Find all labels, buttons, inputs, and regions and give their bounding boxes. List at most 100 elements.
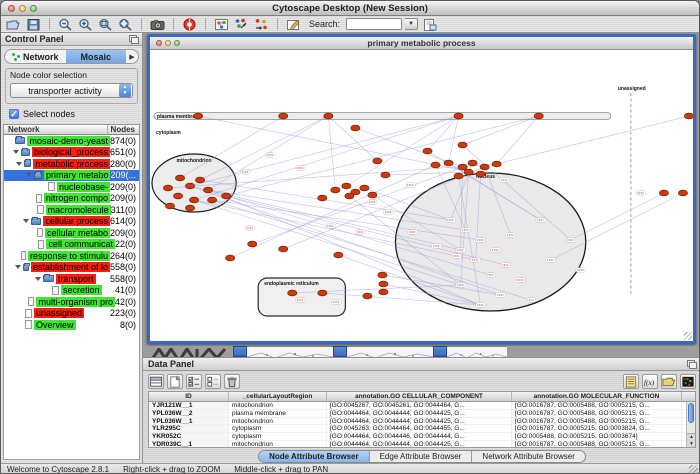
gene-label[interactable] [471, 258, 481, 263]
network-node[interactable] [331, 187, 340, 193]
network-node[interactable] [373, 158, 382, 164]
network-node[interactable] [468, 160, 477, 166]
table-scrollbar[interactable]: ▲▼ [686, 402, 695, 447]
network-node[interactable] [324, 113, 333, 119]
network-node[interactable] [318, 290, 327, 296]
tree-item-response-to-stimulu[interactable]: response to stimulu264(0) [4, 250, 139, 262]
tree-item-macromolecule[interactable]: macromolecule311(0) [4, 204, 139, 216]
network-node[interactable] [368, 192, 377, 198]
save-session-icon[interactable] [25, 17, 42, 31]
network-manager-icon[interactable] [213, 17, 230, 31]
network-node[interactable] [208, 197, 217, 203]
tree-item-nucleobase-[interactable]: nucleobase-209(0) [4, 181, 139, 193]
tree-item-cellular-metabo[interactable]: cellular metabo209(0) [4, 227, 139, 239]
network-node[interactable] [318, 195, 327, 201]
layout-nodes-icon[interactable] [233, 17, 250, 31]
network-edge[interactable] [328, 116, 377, 161]
network-node[interactable] [193, 113, 202, 119]
unselect-attributes-icon[interactable] [205, 374, 221, 389]
tree-item-establishment-of-lo[interactable]: establishment of lo558(0) [4, 262, 139, 274]
background-window-fragment[interactable] [447, 346, 507, 357]
table-row[interactable]: YKR052Ccytoplasm[GO:0044464, GO:0044446,… [149, 433, 695, 441]
search-dropdown-icon[interactable]: ▼ [405, 18, 418, 30]
expander-icon[interactable] [26, 173, 32, 177]
gene-label[interactable] [325, 224, 335, 229]
network-edge[interactable] [180, 116, 283, 178]
network-node[interactable] [279, 246, 288, 252]
dropdown-stepper-icon[interactable]: ▲▼ [119, 84, 131, 97]
network-node[interactable] [363, 293, 372, 299]
tab-node-attribute-browser[interactable]: Node Attribute Browser [259, 451, 370, 462]
tabs-overflow-icon[interactable]: ▶ [126, 53, 138, 61]
tree-item-biological-process[interactable]: biological_process651(0) [4, 147, 139, 159]
table-scrollbar-arrows[interactable]: ▲▼ [687, 433, 696, 447]
network-node[interactable] [360, 185, 369, 191]
gene-label[interactable] [405, 183, 415, 188]
gene-label[interactable] [295, 298, 305, 303]
zoom-selected-icon[interactable] [97, 17, 114, 31]
network-node[interactable] [423, 148, 432, 154]
tree-item-nitrogen-compo[interactable]: nitrogen compo209(0) [4, 193, 139, 205]
network-node[interactable] [342, 183, 351, 189]
network-edge[interactable] [463, 116, 539, 145]
table-scrollbar-thumb[interactable] [688, 403, 694, 423]
network-node[interactable] [381, 172, 390, 178]
tree-item-unassigned[interactable]: unassigned223(0) [4, 308, 139, 320]
tree-item-metabolic-process[interactable]: metabolic process280(0) [4, 158, 139, 170]
tab-mosaic[interactable]: Mosaic [66, 50, 127, 63]
network-node[interactable] [476, 171, 485, 177]
network-node[interactable] [175, 175, 184, 181]
network-edge[interactable] [194, 116, 458, 200]
network-node[interactable] [351, 125, 360, 131]
create-attribute-icon[interactable] [167, 374, 183, 389]
network-node[interactable] [464, 169, 473, 175]
network-node[interactable] [444, 160, 453, 166]
network-node[interactable] [288, 290, 297, 296]
network-node[interactable] [378, 272, 387, 278]
attribute-pad-icon[interactable] [623, 374, 639, 389]
tree-item-overview[interactable]: Overview8(0) [4, 319, 139, 331]
snapshot-icon[interactable] [149, 17, 166, 31]
tree-item-cellular-process[interactable]: cellular process614(0) [4, 216, 139, 228]
network-node[interactable] [458, 142, 467, 148]
tree-item-primary-metabo[interactable]: primary metabo209(... [4, 170, 139, 182]
tree-item-transport[interactable]: transport558(0) [4, 273, 139, 285]
attribute-table[interactable]: ID_cellularLayoutRegionannotation.GO CEL… [148, 391, 696, 448]
table-column-header[interactable]: ID [149, 392, 229, 401]
node-color-dropdown[interactable]: transporter activity ▲▼ [10, 83, 133, 98]
gene-label[interactable] [546, 258, 556, 263]
network-node[interactable] [185, 205, 194, 211]
gene-label[interactable] [383, 210, 393, 215]
float-data-panel-icon[interactable] [687, 360, 696, 368]
gene-label[interactable] [295, 166, 305, 171]
table-row[interactable]: YLR295Ccytoplasm[GO:0045263, GO:0044464,… [149, 425, 695, 433]
tree-item-cell-communicat[interactable]: cell communicat22(0) [4, 239, 139, 251]
tab-edge-attribute-browser[interactable]: Edge Attribute Browser [370, 451, 473, 462]
tree-item-secretion[interactable]: secretion41(0) [4, 285, 139, 297]
tree-item-mosaic-demo-yeast[interactable]: mosaic-demo-yeast874(0) [4, 135, 139, 147]
network-node[interactable] [379, 289, 388, 295]
network-node[interactable] [534, 113, 543, 119]
network-canvas[interactable]: plasma membranecytoplasmmitochondrionnuc… [150, 50, 693, 341]
expander-icon[interactable] [16, 162, 22, 166]
network-edge[interactable] [497, 116, 539, 164]
network-node[interactable] [345, 193, 354, 199]
network-edge[interactable] [328, 116, 335, 190]
network-node[interactable] [334, 252, 343, 258]
open-session-icon[interactable] [5, 17, 22, 31]
expander-icon[interactable] [13, 150, 19, 154]
network-node[interactable] [195, 177, 204, 183]
table-row[interactable]: YPL036W__1mitochondrion[GO:0044464, GO:0… [149, 418, 695, 426]
import-attributes-icon[interactable] [661, 374, 677, 389]
network-edge[interactable] [346, 116, 458, 186]
formula-icon[interactable]: f(x) [642, 374, 658, 389]
network-node[interactable] [684, 113, 693, 119]
network-node[interactable] [248, 241, 257, 247]
network-view-window[interactable]: primary metabolic process plasma membran… [147, 34, 696, 344]
network-node[interactable] [454, 113, 463, 119]
table-row[interactable]: YJR121W__1mitochondrion[GO:0045267, GO:0… [149, 402, 695, 410]
network-node[interactable] [165, 203, 174, 209]
select-nodes-checkbox[interactable]: ✓ [9, 109, 19, 119]
network-node[interactable] [226, 255, 235, 261]
table-row[interactable]: YDR039C__1mitochondrion[GO:0044464, GO:0… [149, 441, 695, 448]
